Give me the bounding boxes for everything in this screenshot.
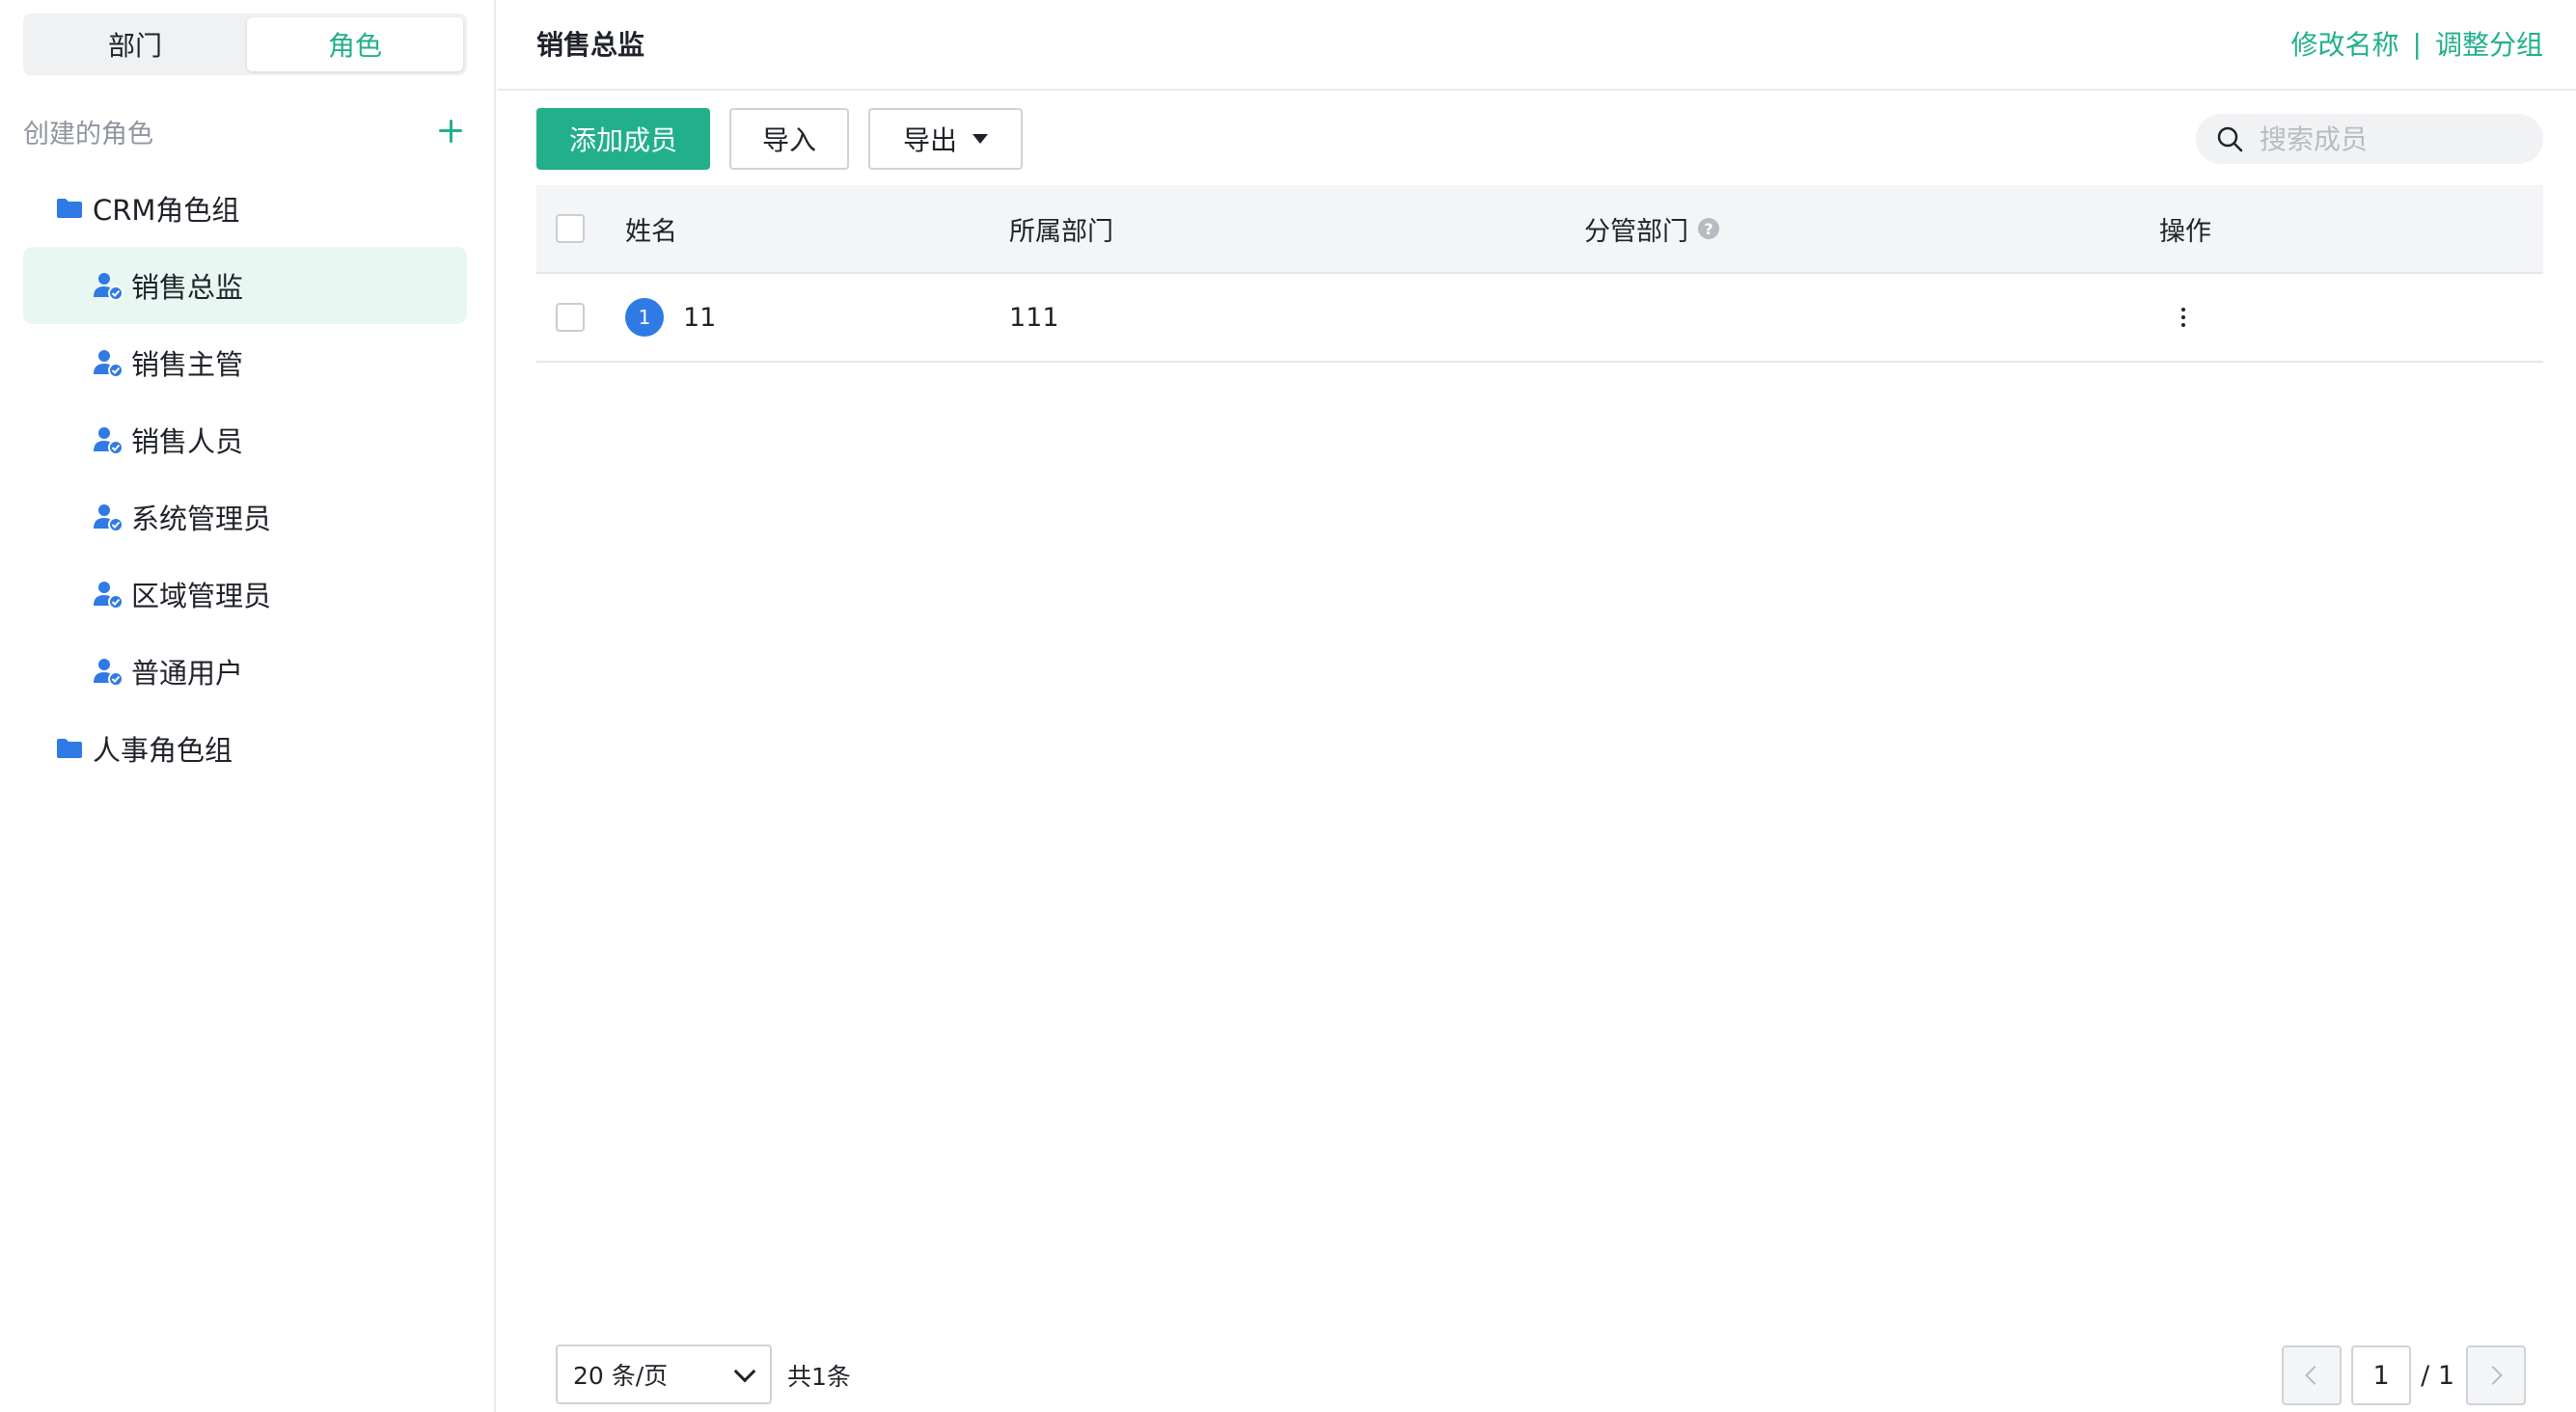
sidebar: 部门 角色 创建的角色 CRM角色组 销售总监 销售主管 销售人员 系统管理员	[0, 0, 496, 1412]
column-name: 姓名	[625, 216, 677, 247]
add-role-plus-icon[interactable]	[434, 115, 467, 148]
role-item-label: 普通用户	[131, 657, 244, 690]
member-dept: 111	[1009, 302, 1059, 333]
row-check-cell	[556, 274, 585, 361]
page-size-value: 20 条/页	[573, 1362, 669, 1390]
tab-role[interactable]: 角色	[247, 17, 463, 71]
add-member-button[interactable]: 添加成员	[536, 108, 710, 170]
column-dept: 所属部门	[1009, 216, 1113, 247]
search-icon	[2217, 126, 2243, 152]
role-item-sales-director[interactable]: 销售总监	[23, 247, 467, 324]
import-button[interactable]: 导入	[729, 108, 849, 170]
role-user-icon	[94, 504, 123, 532]
row-ops-cell	[2159, 274, 2188, 361]
header-actions: 修改名称 | 调整分组	[2291, 24, 2543, 63]
created-roles-header: 创建的角色	[23, 110, 467, 152]
role-user-icon	[94, 350, 123, 378]
role-user-icon	[94, 582, 123, 610]
next-page-button[interactable]	[2466, 1345, 2526, 1405]
total-count: 共1条	[787, 1363, 851, 1391]
search-input[interactable]	[2260, 122, 2530, 155]
role-item-system-admin[interactable]: 系统管理员	[23, 478, 467, 556]
member-name-cell: 1 11	[625, 274, 716, 361]
role-user-icon	[94, 273, 123, 301]
total-pages: / 1	[2421, 1360, 2454, 1391]
prev-page-button[interactable]	[2282, 1345, 2343, 1405]
tree-group-crm[interactable]: CRM角色组	[23, 170, 467, 247]
role-item-region-admin[interactable]: 区域管理员	[23, 556, 467, 633]
page-size-select[interactable]: 20 条/页	[556, 1344, 772, 1404]
export-label: 导出	[902, 124, 957, 156]
tree-group-label: CRM角色组	[93, 194, 240, 227]
page-title: 销售总监	[536, 29, 645, 61]
caret-down-icon	[973, 134, 988, 144]
avatar: 1	[625, 298, 664, 337]
members-table: 姓名 所属部门 分管部门 ? 操作 1 11 111	[536, 185, 2543, 363]
chevron-left-icon	[2305, 1366, 2325, 1385]
member-name: 11	[683, 302, 717, 333]
export-button[interactable]: 导出	[868, 108, 1023, 170]
column-managed-dept-label: 分管部门	[1584, 216, 1688, 247]
main-panel: 销售总监 修改名称 | 调整分组 添加成员 导入 导出 姓名 所属部门 分管部门	[498, 0, 2576, 1412]
rename-link[interactable]: 修改名称	[2291, 24, 2399, 63]
header: 销售总监 修改名称 | 调整分组	[498, 0, 2576, 91]
chevron-right-icon	[2483, 1366, 2503, 1385]
header-check-cell	[556, 185, 585, 272]
page-number-input[interactable]: 1	[2351, 1345, 2412, 1405]
role-tree: CRM角色组 销售总监 销售主管 销售人员 系统管理员 区域管理员 普通用户 人…	[23, 170, 467, 787]
column-managed-dept: 分管部门 ?	[1584, 185, 1719, 272]
role-user-icon	[94, 427, 123, 455]
tree-group-label: 人事角色组	[93, 734, 233, 767]
tab-department[interactable]: 部门	[27, 17, 243, 71]
view-switch: 部门 角色	[23, 14, 467, 75]
role-item-sales-supervisor[interactable]: 销售主管	[23, 324, 467, 401]
folder-icon	[57, 739, 82, 758]
link-separator: |	[2412, 27, 2422, 60]
folder-icon	[57, 199, 82, 218]
more-vertical-icon[interactable]	[2169, 303, 2198, 332]
column-ops: 操作	[2159, 216, 2211, 247]
role-item-label: 区域管理员	[131, 580, 272, 612]
pagination: 1 / 1	[2282, 1344, 2526, 1406]
role-user-icon	[94, 659, 123, 687]
search-box	[2196, 114, 2543, 164]
role-item-sales-staff[interactable]: 销售人员	[23, 401, 467, 478]
tree-group-hr[interactable]: 人事角色组	[23, 710, 467, 787]
table-header: 姓名 所属部门 分管部门 ? 操作	[536, 185, 2543, 274]
role-item-label: 销售主管	[131, 348, 244, 381]
role-item-normal-user[interactable]: 普通用户	[23, 633, 467, 710]
toolbar: 添加成员 导入 导出	[536, 108, 2543, 170]
chevron-down-icon	[733, 1360, 756, 1383]
table-row: 1 11 111	[536, 274, 2543, 363]
role-item-label: 系统管理员	[131, 502, 272, 535]
created-roles-title: 创建的角色	[23, 119, 153, 149]
help-icon[interactable]: ?	[1698, 218, 1719, 239]
select-all-checkbox[interactable]	[556, 214, 585, 243]
row-checkbox[interactable]	[556, 303, 585, 332]
role-item-label: 销售总监	[131, 271, 244, 304]
role-item-label: 销售人员	[131, 425, 244, 458]
regroup-link[interactable]: 调整分组	[2435, 24, 2543, 63]
